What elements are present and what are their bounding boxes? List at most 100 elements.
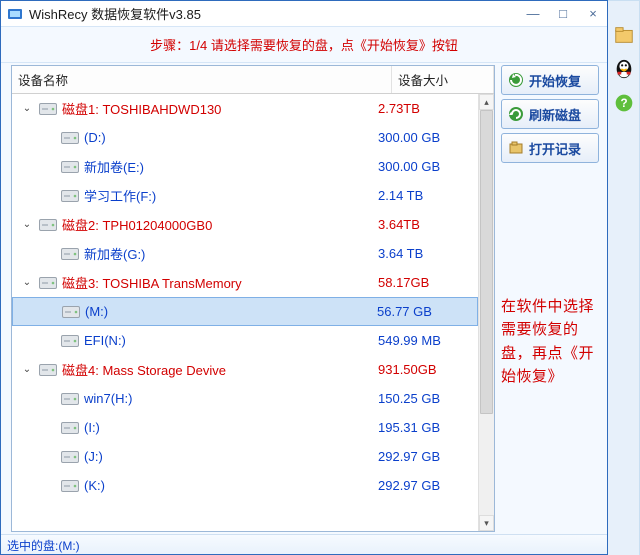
disk-row[interactable]: ⌄ 磁盘3: TOSHIBA TransMemory 58.17GB [12,268,478,297]
row-name-cell: ⌄ 磁盘4: Mass Storage Devive [12,360,376,379]
row-label: 磁盘4: Mass Storage Devive [62,360,226,379]
row-name-cell: ⌄磁盘1: TOSHIBAHDWD130 [12,99,376,118]
row-size: 931.50GB [376,362,478,377]
right-toolbar: ? [608,0,640,555]
row-size: 300.00 GB [376,130,478,145]
row-size: 2.14 TB [376,188,478,203]
open-log-button[interactable]: 打开记录 [501,133,599,163]
drive-icon [61,451,79,463]
row-name-cell: EFI(N:) [12,333,376,348]
partition-row[interactable]: (M:) 56.77 GB [12,297,478,326]
drive-icon [39,103,57,115]
disk-row[interactable]: ⌄ 磁盘4: Mass Storage Devive 931.50GB [12,355,478,384]
row-name-cell: (J:) [12,449,376,464]
partition-row[interactable]: 新加卷(G:)3.64 TB [12,239,478,268]
row-size: 292.97 GB [376,478,478,493]
scroll-down-button[interactable]: ▾ [479,515,494,531]
expand-caret-icon[interactable]: ⌄ [20,277,34,288]
row-name-cell: 新加卷(G:) [12,244,376,263]
partition-row[interactable]: (K:) 292.97 GB [12,471,478,500]
svg-text:?: ? [620,97,627,110]
drive-icon [39,364,57,376]
scroll-up-button[interactable]: ▴ [479,94,494,110]
expand-caret-icon[interactable]: ⌄ [20,219,34,230]
scrollbar[interactable]: ▴ ▾ [478,94,494,531]
row-label: (J:) [84,449,103,464]
partition-row[interactable]: win7(H:) 150.25 GB [12,384,478,413]
row-name-cell: (I:) [12,420,376,435]
disk-row[interactable]: ⌄磁盘2: TPH01204000GB03.64TB [12,210,478,239]
side-panel: 开始恢复 刷新磁盘 打开记录 在软件中选择需要恢复的盘，再点《开始恢复》 [499,63,607,534]
row-label: 新加卷(E:) [84,157,144,176]
row-name-cell: (M:) [13,304,375,319]
row-name-cell: 学习工作(F:) [12,186,376,205]
folder-icon [508,140,524,156]
partition-row[interactable]: 学习工作(F:) 2.14 TB [12,181,478,210]
help-icon[interactable]: ? [612,91,636,115]
row-size: 56.77 GB [375,304,477,319]
app-window: WishRecy 数据恢复软件v3.85 — □ × 步骤：1/4 请选择需要恢… [0,0,608,555]
column-header-name[interactable]: 设备名称 [12,66,392,93]
row-label: 磁盘3: TOSHIBA TransMemory [62,273,242,292]
drive-icon [61,161,79,173]
row-label: 学习工作(F:) [84,186,156,205]
partition-row[interactable]: (D:) 300.00 GB [12,123,478,152]
drive-icon [39,277,57,289]
row-size: 300.00 GB [376,159,478,174]
folder-shortcut-icon[interactable] [612,23,636,47]
row-size: 195.31 GB [376,420,478,435]
row-label: (K:) [84,478,105,493]
row-size: 292.97 GB [376,449,478,464]
partition-row[interactable]: (J:) 292.97 GB [12,442,478,471]
row-label: (M:) [85,304,108,319]
row-label: 新加卷(G:) [84,244,145,263]
window-title: WishRecy 数据恢复软件v3.85 [29,4,525,23]
qq-icon[interactable] [612,57,636,81]
refresh-disks-button[interactable]: 刷新磁盘 [501,99,599,129]
start-recovery-button[interactable]: 开始恢复 [501,65,599,95]
row-size: 58.17GB [376,275,478,290]
drive-icon [62,306,80,318]
drive-icon [61,190,79,202]
annotation-text: 在软件中选择需要恢复的盘，再点《开始恢复》 [501,295,599,388]
device-list: 设备名称 设备大小 ⌄磁盘1: TOSHIBAHDWD1302.73TB(D:)… [11,65,495,532]
drive-icon [61,335,79,347]
refresh-icon [508,106,524,122]
scroll-track[interactable] [479,110,494,515]
expand-caret-icon[interactable]: ⌄ [20,103,34,114]
open-log-label: 打开记录 [529,139,581,158]
row-name-cell: (K:) [12,478,376,493]
start-icon [508,72,524,88]
step-banner: 步骤：1/4 请选择需要恢复的盘，点《开始恢复》按钮 [1,27,607,63]
titlebar: WishRecy 数据恢复软件v3.85 — □ × [1,1,607,27]
partition-row[interactable]: EFI(N:)549.99 MB [12,326,478,355]
status-bar: 选中的盘:(M:) [1,534,607,554]
row-name-cell: (D:) [12,130,376,145]
row-label: win7(H:) [84,391,132,406]
partition-row[interactable]: 新加卷(E:) 300.00 GB [12,152,478,181]
refresh-disks-label: 刷新磁盘 [529,105,581,124]
list-body: ⌄磁盘1: TOSHIBAHDWD1302.73TB(D:)300.00 GB新… [12,94,478,531]
close-button[interactable]: × [585,6,601,21]
row-label: EFI(N:) [84,333,126,348]
disk-row[interactable]: ⌄磁盘1: TOSHIBAHDWD1302.73TB [12,94,478,123]
content-area: 设备名称 设备大小 ⌄磁盘1: TOSHIBAHDWD1302.73TB(D:)… [1,63,607,534]
row-name-cell: win7(H:) [12,391,376,406]
row-label: (D:) [84,130,106,145]
expand-caret-icon[interactable]: ⌄ [20,364,34,375]
drive-icon [61,480,79,492]
drive-icon [61,393,79,405]
drive-icon [61,248,79,260]
minimize-button[interactable]: — [525,6,541,21]
row-name-cell: 新加卷(E:) [12,157,376,176]
drive-icon [61,422,79,434]
window-controls: — □ × [525,6,601,21]
maximize-button[interactable]: □ [555,6,571,21]
row-size: 3.64TB [376,217,478,232]
partition-row[interactable]: (I:)195.31 GB [12,413,478,442]
status-text: 选中的盘:(M:) [7,539,80,553]
column-header-size[interactable]: 设备大小 [392,66,494,93]
row-size: 150.25 GB [376,391,478,406]
scroll-thumb[interactable] [480,110,493,414]
drive-icon [39,219,57,231]
